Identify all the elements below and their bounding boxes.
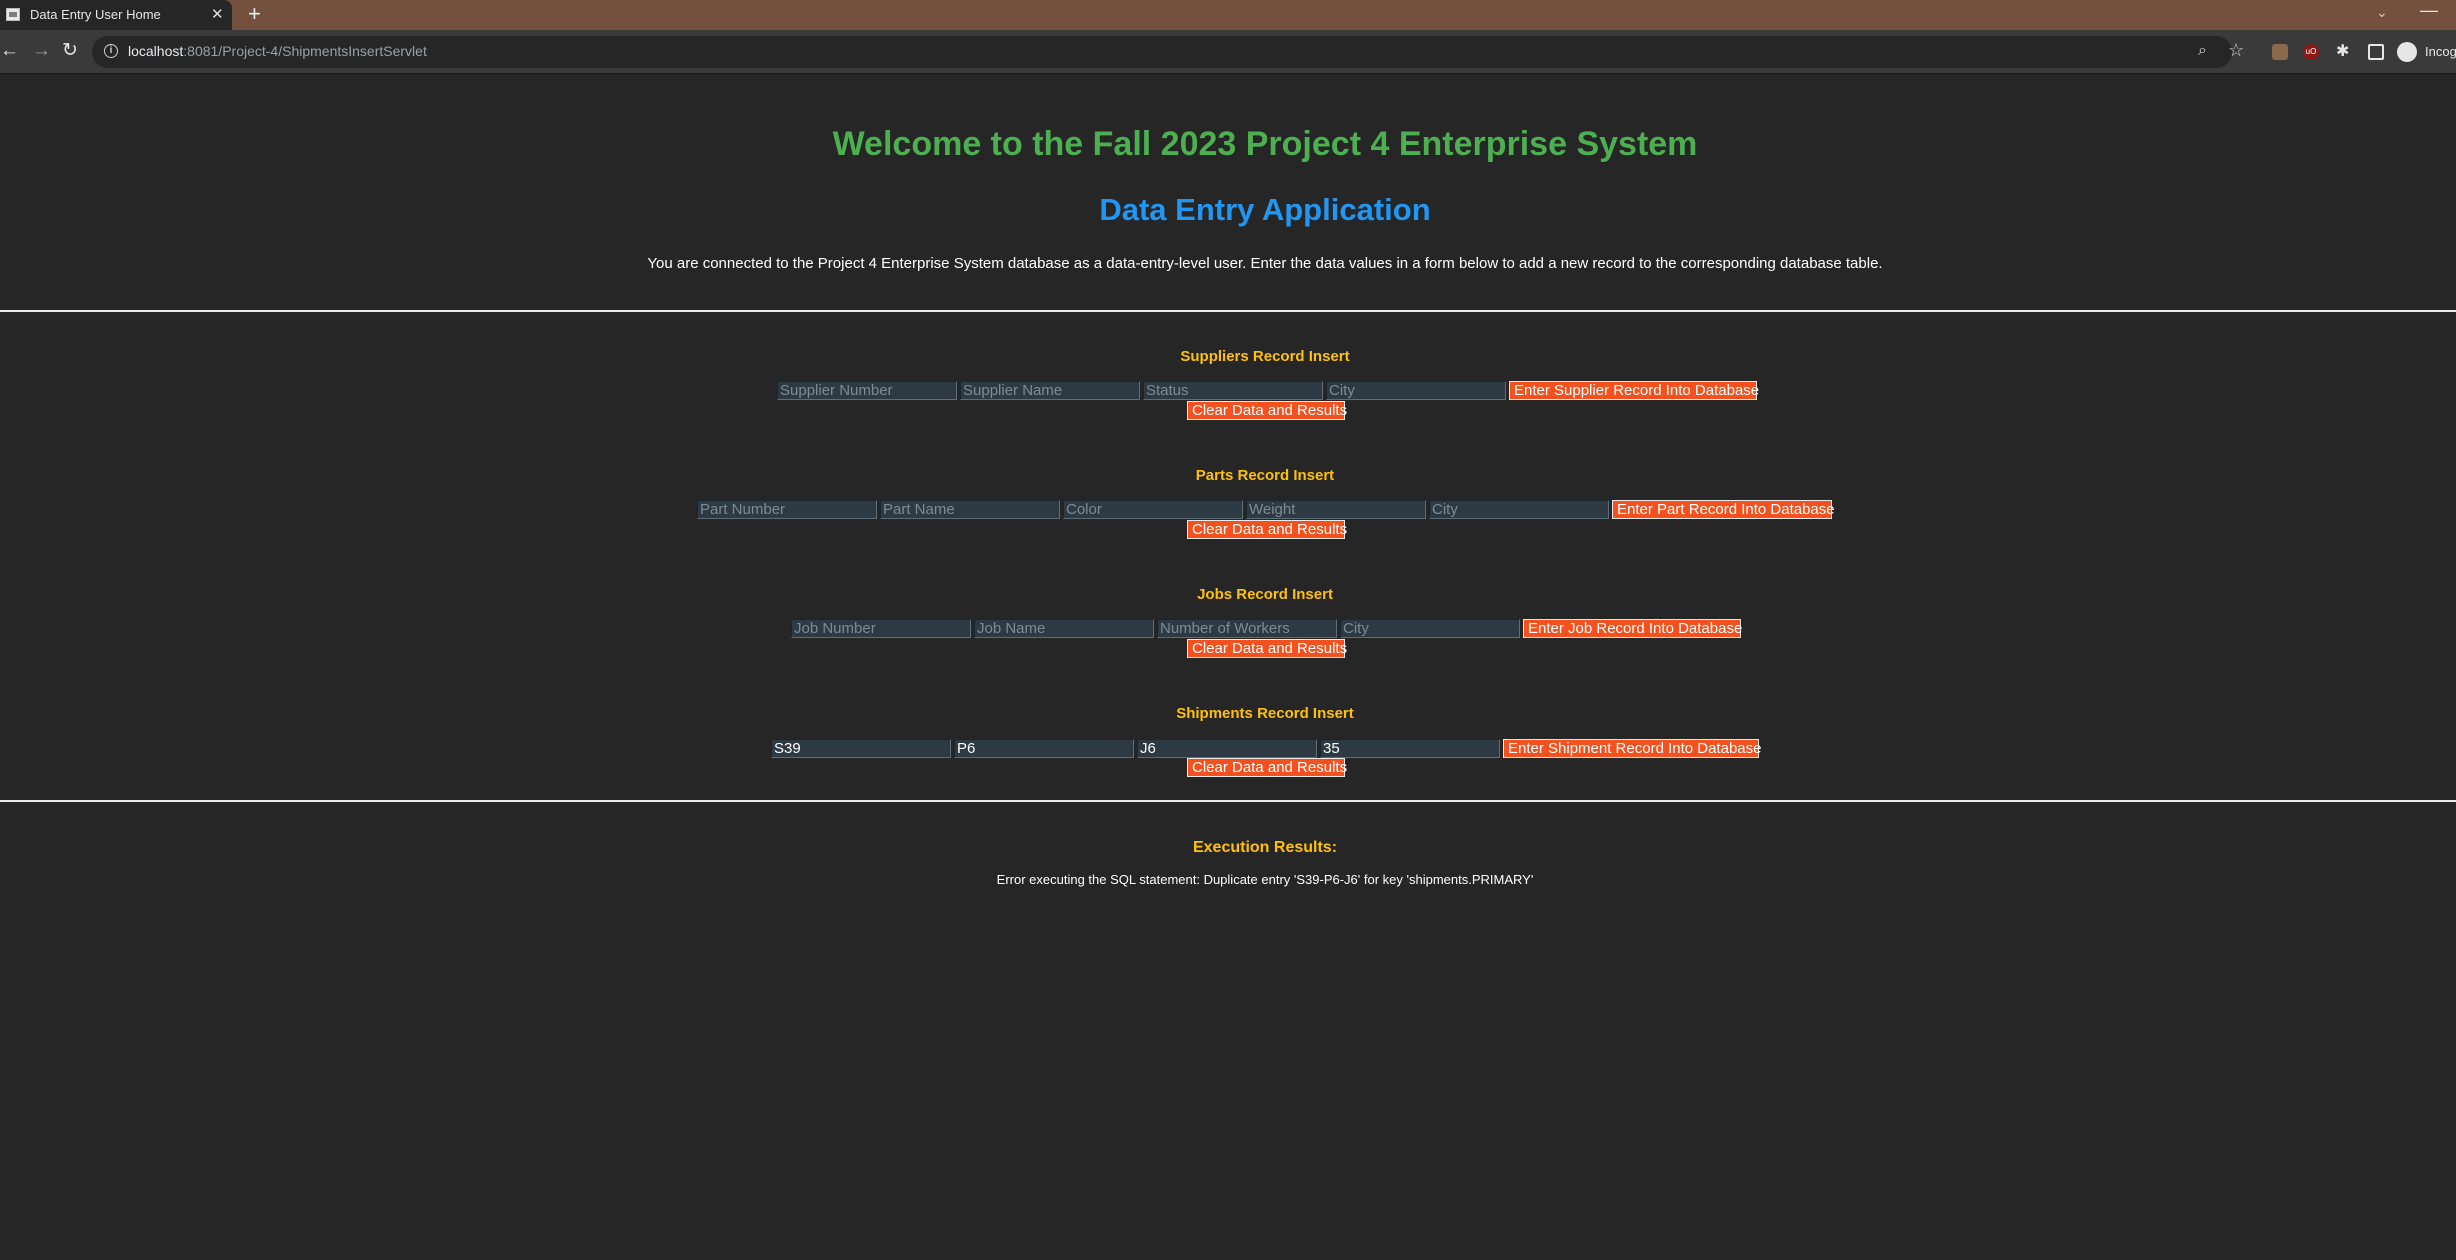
shipment-part-input[interactable] [954,739,1134,758]
suppliers-clear-button[interactable]: Clear Data and Results [1187,401,1347,420]
side-panel-icon[interactable] [2368,44,2384,60]
intro-text: You are connected to the Project 4 Enter… [647,255,1883,272]
part-weight-input[interactable] [1246,500,1426,519]
forward-arrow-icon[interactable]: → [32,41,51,61]
job-workers-input[interactable] [1157,619,1337,638]
divider [0,310,2456,312]
jobs-clear-button[interactable]: Clear Data and Results [1187,639,1347,658]
supplier-status-input[interactable] [1143,381,1323,400]
page-favicon-icon [6,8,20,21]
part-name-input[interactable] [880,500,1060,519]
back-arrow-icon[interactable]: ← [0,41,19,61]
browser-toolbar: ← → ↻ i localhost:8081/Project-4/Shipmen… [0,30,2456,74]
close-tab-icon[interactable]: ✕ [211,5,224,23]
address-bar[interactable]: i localhost:8081/Project-4/ShipmentsInse… [92,36,2244,68]
enter-part-button[interactable]: Enter Part Record Into Database [1612,500,1835,519]
enter-supplier-button[interactable]: Enter Supplier Record Into Database [1509,381,1759,400]
divider [0,800,2456,802]
extension-icon[interactable] [2272,44,2288,60]
job-number-input[interactable] [791,619,971,638]
minimize-window-icon[interactable]: — [2420,0,2438,21]
shipments-form: Enter Shipment Record Into Database [771,739,1761,758]
bookmark-star-icon[interactable]: ☆ [2228,40,2244,61]
reload-icon[interactable]: ↻ [62,41,78,61]
part-city-input[interactable] [1429,500,1609,519]
enter-job-button[interactable]: Enter Job Record Into Database [1523,619,1742,638]
incognito-label: Incognito [2425,44,2456,59]
shipment-supplier-input[interactable] [771,739,951,758]
part-color-input[interactable] [1063,500,1243,519]
shipment-job-input[interactable] [1137,739,1317,758]
zoom-icon[interactable]: ⌕ [2198,42,2207,60]
incognito-icon[interactable] [2397,42,2417,62]
supplier-city-input[interactable] [1326,381,1506,400]
job-city-input[interactable] [1340,619,1520,638]
job-name-input[interactable] [974,619,1154,638]
execution-results-title: Execution Results: [1192,839,1338,856]
shipment-quantity-input[interactable] [1320,739,1500,758]
browser-tab[interactable]: Data Entry User Home ✕ [0,0,232,30]
jobs-section-title: Jobs Record Insert [1197,586,1333,603]
address-url[interactable]: localhost:8081/Project-4/ShipmentsInsert… [128,43,427,59]
extensions-puzzle-icon[interactable]: ✱ [2336,44,2352,60]
shipments-section-title: Shipments Record Insert [1176,705,1354,722]
supplier-name-input[interactable] [960,381,1140,400]
new-tab-button[interactable]: + [248,1,261,27]
suppliers-section-title: Suppliers Record Insert [1180,348,1350,365]
suppliers-form: Enter Supplier Record Into Database [777,381,1759,400]
site-info-icon[interactable]: i [104,44,118,58]
parts-clear-button[interactable]: Clear Data and Results [1187,520,1347,539]
parts-form: Enter Part Record Into Database [697,500,1835,519]
shipments-clear-button[interactable]: Clear Data and Results [1187,758,1347,777]
tab-search-chevron-icon[interactable]: ⌄ [2376,4,2388,21]
supplier-number-input[interactable] [777,381,957,400]
part-number-input[interactable] [697,500,877,519]
enter-shipment-button[interactable]: Enter Shipment Record Into Database [1503,739,1761,758]
execution-results-message: Error executing the SQL statement: Dupli… [996,872,1534,887]
ublock-extension-icon[interactable]: uO [2303,44,2319,60]
page-content: Welcome to the Fall 2023 Project 4 Enter… [0,75,2456,1260]
page-title: Welcome to the Fall 2023 Project 4 Enter… [832,125,1698,163]
jobs-form: Enter Job Record Into Database [791,619,1742,638]
page-subtitle: Data Entry Application [1099,192,1431,227]
browser-tab-bar: Data Entry User Home ✕ + ⌄ — [0,0,2456,30]
tab-title: Data Entry User Home [30,7,161,22]
parts-section-title: Parts Record Insert [1195,467,1335,484]
